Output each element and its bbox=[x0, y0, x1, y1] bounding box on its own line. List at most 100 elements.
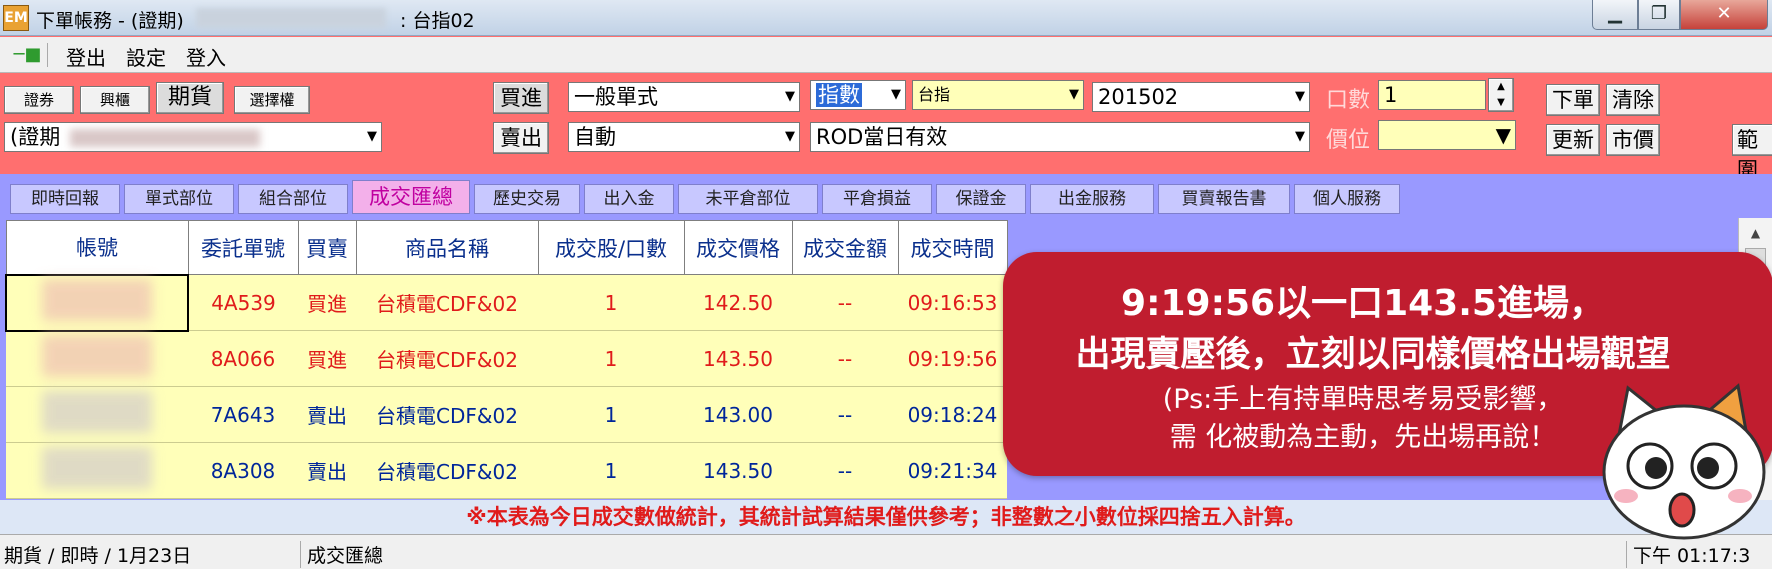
index-kind-select[interactable]: 指數 ▼ bbox=[810, 80, 906, 110]
refresh-button[interactable]: 更新 bbox=[1546, 124, 1600, 156]
menu-bar: ─■ 登出 設定 登入 bbox=[0, 37, 1772, 73]
col-product[interactable]: 商品名稱 bbox=[355, 220, 539, 275]
menu-logout[interactable]: 登出 bbox=[66, 42, 106, 71]
place-order-button[interactable]: 下單 bbox=[1546, 84, 1600, 116]
options-button[interactable]: 選擇權 bbox=[234, 86, 310, 114]
table-header-row: 帳號 委託單號 買賣 商品名稱 成交股/口數 成交價格 成交金額 成交時間 bbox=[5, 220, 1008, 275]
order-toolbar: 證券 興櫃 期貨 選擇權 (證期 ▼ 買進 賣出 一般單式 ▼ 自動 ▼ 指數 ▼ 台指… bbox=[0, 74, 1772, 182]
market-price-button[interactable]: 市價 bbox=[1606, 124, 1660, 156]
status-mode: 期貨 / 即時 / 1月23日 bbox=[4, 545, 192, 567]
tab-deposit-withdraw[interactable]: 出入金 bbox=[584, 184, 674, 214]
amount-cell: -- bbox=[792, 442, 898, 499]
tab-realtime-report[interactable]: 即時回報 bbox=[10, 184, 120, 214]
price-cell: 143.00 bbox=[684, 386, 792, 443]
chevron-down-icon: ▼ bbox=[367, 129, 377, 144]
product-cell: 台積電CDF&02 bbox=[356, 330, 538, 387]
range-button[interactable]: 範圍 bbox=[1732, 124, 1772, 182]
qty-cell: 1 bbox=[538, 330, 684, 387]
product-cell: 台積電CDF&02 bbox=[356, 386, 538, 443]
title-bar: EM 下單帳務 - (證期) : 台指02 ▁ ❐ ✕ bbox=[0, 0, 1772, 36]
tab-bar: 即時回報 單式部位 組合部位 成交匯總 歷史交易 出入金 未平倉部位 平倉損益 … bbox=[0, 174, 1772, 218]
scroll-up-icon[interactable]: ▲ bbox=[1739, 218, 1772, 248]
table-row[interactable]: 4A539 買進 台積電CDF&02 1 142.50 -- 09:16:53 bbox=[5, 273, 1007, 332]
price-cell: 142.50 bbox=[684, 274, 792, 331]
tab-history[interactable]: 歷史交易 bbox=[474, 184, 580, 214]
window-title: 下單帳務 - (證期) bbox=[36, 10, 184, 32]
account-cell bbox=[5, 273, 189, 332]
tab-open-positions[interactable]: 未平倉部位 bbox=[678, 184, 818, 214]
minimize-button[interactable]: ▁ bbox=[1592, 0, 1638, 30]
chevron-down-icon: ▼ bbox=[785, 129, 795, 144]
status-page: 成交匯總 bbox=[300, 541, 383, 568]
tab-withdraw-service[interactable]: 出金服務 bbox=[1030, 184, 1154, 214]
account-select[interactable]: (證期 ▼ bbox=[4, 122, 382, 152]
qty-cell: 1 bbox=[538, 442, 684, 499]
amount-cell: -- bbox=[792, 274, 898, 331]
chevron-down-icon: ▼ bbox=[891, 87, 901, 102]
side-cell: 賣出 bbox=[298, 442, 356, 499]
status-bar: 期貨 / 即時 / 1月23日 成交匯總 下午 01:17:3 bbox=[0, 534, 1772, 569]
product-select[interactable]: 台指 ▼ bbox=[912, 80, 1084, 110]
maximize-button[interactable]: ❐ bbox=[1638, 0, 1680, 30]
col-account[interactable]: 帳號 bbox=[5, 220, 189, 275]
menu-login[interactable]: 登入 bbox=[186, 42, 226, 71]
table-row[interactable]: 8A308 賣出 台積電CDF&02 1 143.50 -- 09:21:34 bbox=[6, 442, 1007, 499]
chevron-down-icon: ▼ bbox=[1295, 129, 1305, 144]
chevron-down-icon: ▼ bbox=[1069, 87, 1079, 102]
col-qty[interactable]: 成交股/口數 bbox=[537, 220, 685, 275]
close-button[interactable]: ✕ bbox=[1680, 0, 1768, 30]
account-cell bbox=[6, 442, 188, 499]
validity-select[interactable]: ROD當日有效 ▼ bbox=[810, 122, 1310, 152]
col-order-no[interactable]: 委託單號 bbox=[187, 220, 299, 275]
tab-trade-summary[interactable]: 成交匯總 bbox=[352, 180, 470, 214]
qty-input[interactable]: 1 bbox=[1378, 80, 1486, 110]
emerging-button[interactable]: 興櫃 bbox=[80, 86, 150, 114]
qty-stepper[interactable]: ▲ ▼ bbox=[1488, 78, 1514, 112]
price-input[interactable]: ▼ bbox=[1378, 120, 1516, 150]
tab-trade-report[interactable]: 買賣報告書 bbox=[1158, 184, 1290, 214]
chevron-down-icon: ▼ bbox=[1295, 89, 1305, 104]
time-cell: 09:18:24 bbox=[898, 386, 1007, 443]
tab-realized-pnl[interactable]: 平倉損益 bbox=[822, 184, 932, 214]
order-type-select[interactable]: 一般單式 ▼ bbox=[568, 82, 800, 112]
time-cell: 09:16:53 bbox=[898, 274, 1007, 331]
futures-button[interactable]: 期貨 bbox=[156, 82, 224, 114]
order-no-cell: 4A539 bbox=[188, 274, 298, 331]
pin-icon[interactable]: ─■ bbox=[8, 43, 48, 67]
menu-settings[interactable]: 設定 bbox=[126, 42, 166, 71]
order-no-cell: 8A066 bbox=[188, 330, 298, 387]
sell-button[interactable]: 賣出 bbox=[493, 122, 549, 154]
col-amount[interactable]: 成交金額 bbox=[791, 220, 899, 275]
tab-combo-position[interactable]: 組合部位 bbox=[238, 184, 348, 214]
product-cell: 台積電CDF&02 bbox=[356, 442, 538, 499]
order-no-cell: 8A308 bbox=[188, 442, 298, 499]
clear-button[interactable]: 清除 bbox=[1606, 84, 1660, 116]
condition-select[interactable]: 自動 ▼ bbox=[568, 122, 800, 152]
trade-summary-table: 帳號 委託單號 買賣 商品名稱 成交股/口數 成交價格 成交金額 成交時間 4A… bbox=[5, 220, 1008, 499]
col-side[interactable]: 買賣 bbox=[297, 220, 357, 275]
col-price[interactable]: 成交價格 bbox=[683, 220, 793, 275]
buy-button[interactable]: 買進 bbox=[493, 82, 549, 114]
table-row[interactable]: 7A643 賣出 台積電CDF&02 1 143.00 -- 09:18:24 bbox=[6, 386, 1007, 443]
product-cell: 台積電CDF&02 bbox=[356, 274, 538, 331]
time-cell: 09:21:34 bbox=[898, 442, 1007, 499]
status-clock: 下午 01:17:3 bbox=[1626, 541, 1772, 568]
tab-single-position[interactable]: 單式部位 bbox=[124, 184, 234, 214]
tab-personal-service[interactable]: 個人服務 bbox=[1294, 184, 1400, 214]
disclaimer-note: ※本表為今日成交數做統計，其統計試算結果僅供參考；非整數之小數位採四捨五入計算。 bbox=[0, 500, 1772, 534]
cartoon-cat-illustration bbox=[1602, 383, 1766, 540]
price-label: 價位 bbox=[1326, 128, 1371, 153]
col-time[interactable]: 成交時間 bbox=[897, 220, 1008, 275]
time-cell: 09:19:56 bbox=[898, 330, 1007, 387]
amount-cell: -- bbox=[792, 330, 898, 387]
securities-button[interactable]: 證券 bbox=[4, 86, 74, 114]
qty-cell: 1 bbox=[538, 274, 684, 331]
tab-margin[interactable]: 保證金 bbox=[936, 184, 1026, 214]
account-cell bbox=[6, 330, 188, 387]
callout-line-2: 出現賣壓後，立刻以同樣價格出場觀望 bbox=[1075, 335, 1671, 375]
month-select[interactable]: 201502 ▼ bbox=[1092, 82, 1310, 112]
table-row[interactable]: 8A066 買進 台積電CDF&02 1 143.50 -- 09:19:56 bbox=[6, 330, 1007, 387]
price-cell: 143.50 bbox=[684, 442, 792, 499]
qty-label: 口數 bbox=[1326, 88, 1371, 113]
amount-cell: -- bbox=[792, 386, 898, 443]
